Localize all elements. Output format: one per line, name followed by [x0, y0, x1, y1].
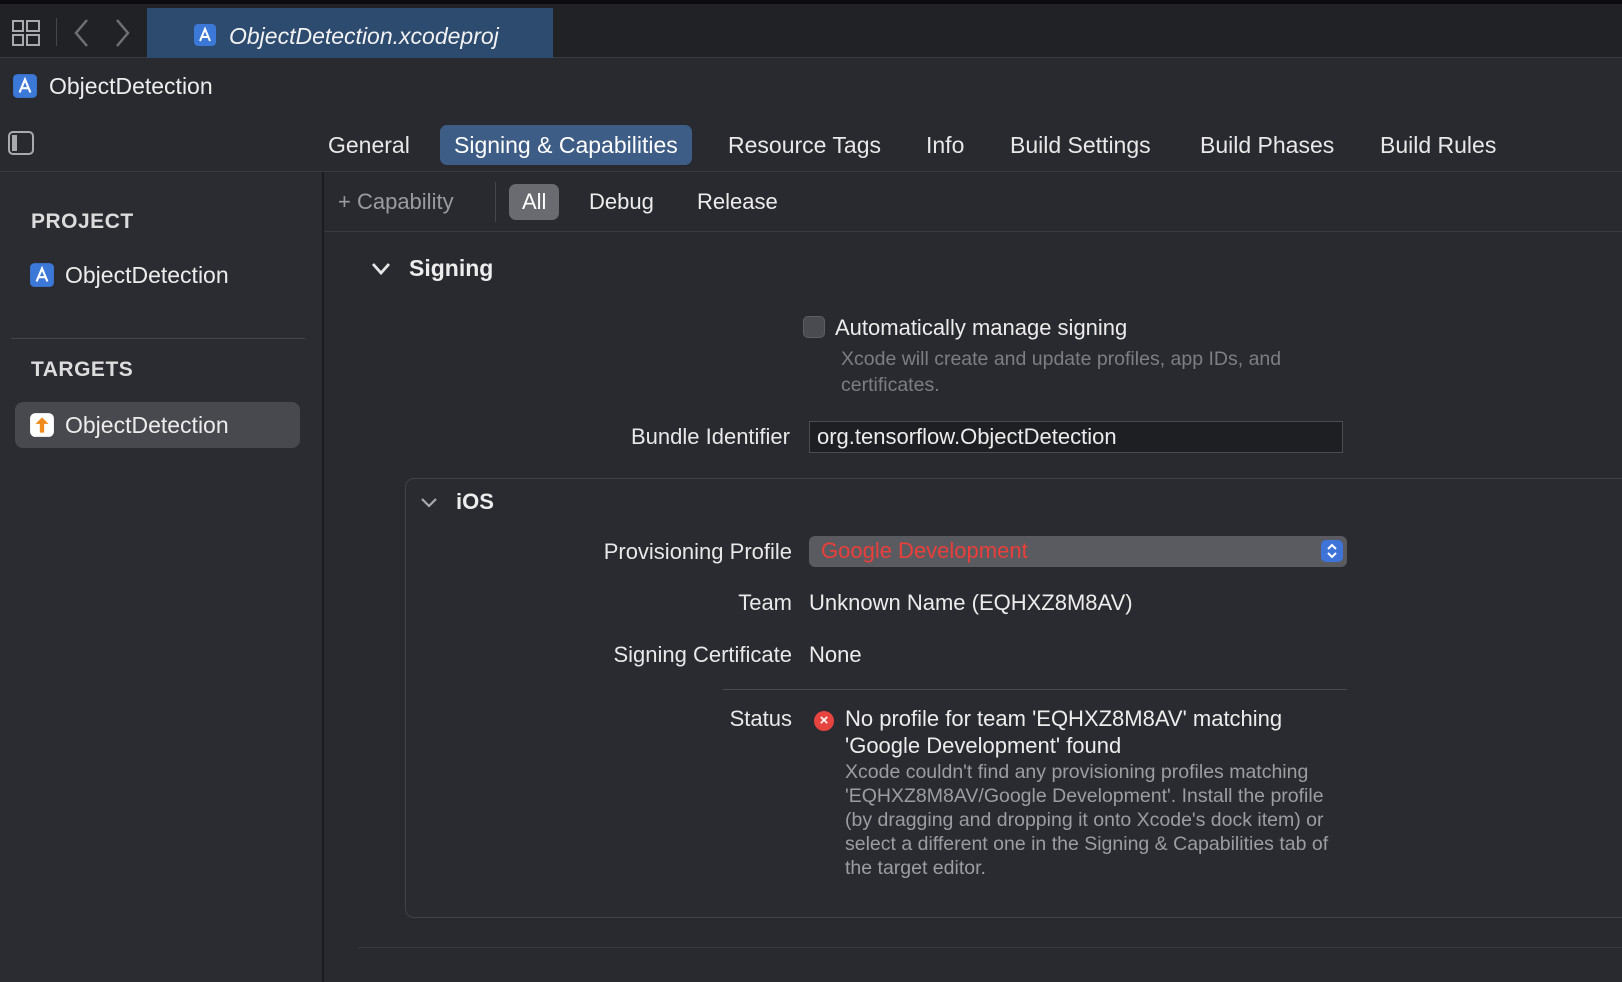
tab-bar: ObjectDetection.xcodeproj [0, 0, 1622, 62]
file-tab[interactable]: ObjectDetection.xcodeproj [147, 8, 553, 62]
sidebar-item-target[interactable]: ObjectDetection [15, 402, 300, 448]
sidebar: PROJECT ObjectDetection TARGETS ObjectDe… [0, 172, 324, 982]
xcodeproj-icon [194, 24, 216, 46]
file-tab-label: ObjectDetection.xcodeproj [229, 23, 499, 49]
chevron-down-icon[interactable] [370, 261, 392, 277]
breadcrumb: ObjectDetection [0, 58, 1622, 116]
add-capability-button[interactable]: + Capability [338, 184, 454, 220]
capability-toolbar: + Capability All Debug Release [324, 172, 1622, 232]
provisioning-profile-popup[interactable]: Google Development [809, 536, 1347, 567]
status-divider [723, 689, 1347, 690]
targets-heading: TARGETS [31, 358, 134, 381]
error-icon: × [814, 711, 834, 731]
sidebar-divider [11, 338, 305, 339]
project-heading: PROJECT [31, 210, 134, 233]
sidebar-item-label: ObjectDetection [65, 412, 229, 438]
ios-section-title: iOS [456, 489, 494, 514]
chevron-down-icon[interactable] [420, 497, 438, 509]
profile-label: Provisioning Profile [603, 539, 792, 564]
editor-tabs: General Signing & Capabilities Resource … [0, 115, 1622, 172]
tab-build-settings[interactable]: Build Settings [996, 125, 1165, 165]
toolbar-divider [495, 182, 496, 222]
back-icon[interactable] [72, 18, 92, 48]
section-divider [358, 947, 1622, 948]
popup-arrows-icon [1321, 540, 1343, 562]
bundle-id-value: org.tensorflow.ObjectDetection [817, 424, 1117, 449]
tab-general[interactable]: General [314, 125, 424, 165]
bundle-id-label: Bundle Identifier [631, 424, 790, 449]
tab-resource-tags[interactable]: Resource Tags [714, 125, 895, 165]
signing-section-title: Signing [409, 255, 494, 281]
tab-build-phases[interactable]: Build Phases [1186, 125, 1348, 165]
filter-all[interactable]: All [509, 184, 560, 220]
status-title: No profile for team 'EQHXZ8M8AV' matchin… [845, 706, 1283, 758]
provisioning-profile-value: Google Development [821, 538, 1028, 563]
tab-build-rules[interactable]: Build Rules [1366, 125, 1510, 165]
app-target-icon [30, 413, 54, 437]
sidebar-toggle-icon[interactable] [8, 131, 34, 155]
auto-manage-label: Automatically manage signing [835, 315, 1128, 340]
xcodeproj-icon [30, 263, 54, 287]
cert-value: None [809, 642, 862, 667]
xcodeproj-icon [13, 74, 37, 98]
filter-debug[interactable]: Debug [576, 184, 667, 220]
tab-signing-capabilities[interactable]: Signing & Capabilities [440, 125, 692, 165]
toolbar-divider [56, 18, 57, 46]
auto-manage-checkbox[interactable] [803, 316, 825, 338]
forward-icon[interactable] [112, 18, 132, 48]
filter-release[interactable]: Release [684, 184, 791, 220]
team-value: Unknown Name (EQHXZ8M8AV) [809, 590, 1133, 615]
breadcrumb-project[interactable]: ObjectDetection [49, 73, 213, 100]
sidebar-item-label: ObjectDetection [65, 262, 229, 288]
team-label: Team [738, 590, 792, 615]
cert-label: Signing Certificate [613, 642, 792, 667]
tab-info[interactable]: Info [912, 125, 978, 165]
status-description: Xcode couldn't find any provisioning pro… [845, 761, 1329, 879]
auto-manage-help: Xcode will create and update profiles, a… [841, 348, 1282, 396]
status-label: Status [729, 706, 792, 731]
grid-icon[interactable] [12, 20, 40, 46]
sidebar-item-project[interactable]: ObjectDetection [15, 252, 300, 298]
bundle-id-field[interactable]: org.tensorflow.ObjectDetection [809, 421, 1343, 453]
